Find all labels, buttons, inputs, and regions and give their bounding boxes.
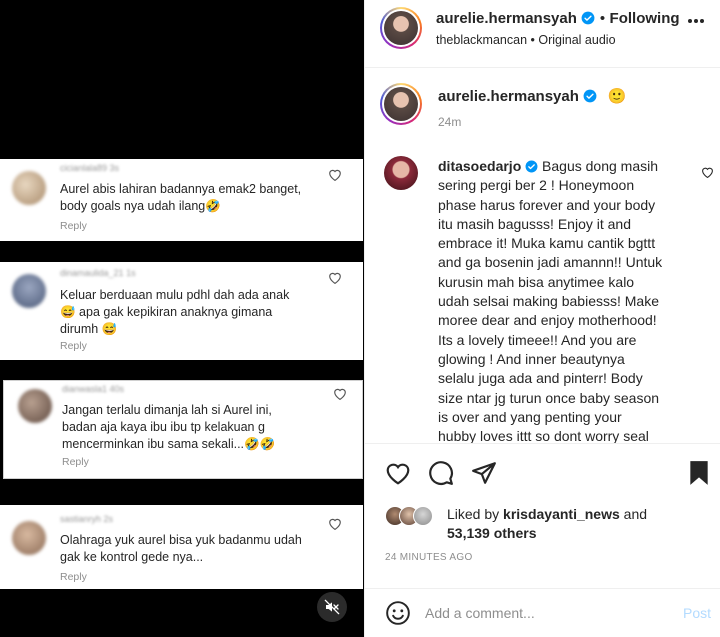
caption-time: 24m bbox=[438, 115, 462, 129]
comment-input[interactable] bbox=[425, 601, 655, 625]
audio-label[interactable]: Original audio bbox=[538, 33, 615, 47]
post-panel: aurelie.hermansyah • Following theblackm… bbox=[364, 0, 720, 637]
overlay-comment-text: Olahraga yuk aurel bisa yuk badanmu udah… bbox=[60, 533, 302, 564]
overlay-comment-text: Aurel abis lahiran badannya emak2 banget… bbox=[60, 182, 302, 213]
commenter-avatar bbox=[12, 521, 46, 555]
post-actions: Liked by krisdayanti_news and 53,139 oth… bbox=[365, 443, 720, 549]
commenter-username: cicianlala89 3s bbox=[60, 163, 120, 173]
overlay-comment-card: sastianryh 2s Olahraga yuk aurel bisa yu… bbox=[0, 505, 363, 589]
reply-link[interactable]: Reply bbox=[62, 456, 89, 468]
commenter-avatar bbox=[12, 274, 46, 308]
share-icon[interactable] bbox=[471, 460, 497, 486]
caption-avatar[interactable] bbox=[380, 83, 422, 125]
add-comment-bar: Post bbox=[365, 588, 720, 637]
overlay-comment-card: dianwasla1 40s Jangan terlalu dimanja la… bbox=[3, 380, 363, 479]
post-header: aurelie.hermansyah • Following theblackm… bbox=[365, 0, 720, 68]
overlay-comment-card: cicianlala89 3s Aurel abis lahiran badan… bbox=[0, 159, 363, 241]
bookmark-icon[interactable] bbox=[688, 460, 710, 486]
verified-badge-icon bbox=[525, 160, 538, 173]
commenter-avatar[interactable] bbox=[384, 156, 418, 190]
author-username[interactable]: aurelie.hermansyah bbox=[436, 10, 577, 27]
audio-username[interactable]: theblackmancan bbox=[436, 33, 527, 47]
reply-link[interactable]: Reply bbox=[60, 220, 87, 232]
heart-icon[interactable] bbox=[328, 271, 342, 284]
following-button[interactable]: Following bbox=[610, 10, 680, 27]
speaker-muted-icon bbox=[324, 599, 340, 615]
header-line: aurelie.hermansyah • Following bbox=[436, 10, 680, 28]
video-player[interactable]: cicianlala89 3s Aurel abis lahiran badan… bbox=[0, 0, 364, 637]
verified-badge-icon bbox=[581, 11, 595, 25]
more-horizontal-icon[interactable] bbox=[687, 18, 705, 24]
overlay-comment-card: dinamaulida_21 1s Keluar berduaan mulu p… bbox=[0, 262, 363, 360]
overlay-comment-text: Jangan terlalu dimanja lah si Aurel ini,… bbox=[62, 403, 276, 451]
commenter-username: sastianryh 2s bbox=[60, 514, 114, 524]
author-avatar[interactable] bbox=[380, 7, 422, 49]
caption-line: aurelie.hermansyah 🙂 bbox=[438, 87, 627, 106]
comments-scroll-area[interactable]: aurelie.hermansyah 🙂 24m ditasoedarjo Ba… bbox=[365, 69, 720, 443]
heart-icon[interactable] bbox=[333, 387, 347, 400]
commenter-username[interactable]: ditasoedarjo bbox=[438, 158, 521, 174]
comment-like-icon[interactable] bbox=[701, 166, 714, 178]
heart-icon[interactable] bbox=[385, 461, 411, 485]
caption-text: 🙂 bbox=[607, 88, 627, 105]
likes-count[interactable]: 53,139 others bbox=[447, 525, 537, 541]
separator-dot: • bbox=[530, 33, 535, 47]
commenter-avatar bbox=[18, 389, 52, 423]
app-root: cicianlala89 3s Aurel abis lahiran badan… bbox=[0, 0, 720, 637]
heart-icon[interactable] bbox=[328, 168, 342, 181]
heart-icon[interactable] bbox=[328, 517, 342, 530]
comment-text: ditasoedarjo Bagus dong masih sering per… bbox=[438, 158, 663, 443]
post-time[interactable]: 24 MINUTES AGO bbox=[385, 552, 473, 563]
audio-line: theblackmancan • Original audio bbox=[436, 33, 616, 47]
mute-toggle-button[interactable] bbox=[317, 592, 347, 622]
separator-dot: • bbox=[599, 10, 606, 27]
liker-username[interactable]: krisdayanti_news bbox=[503, 506, 620, 522]
commenter-username: dinamaulida_21 1s bbox=[60, 268, 136, 278]
verified-badge-icon bbox=[583, 89, 597, 103]
post-button[interactable]: Post bbox=[683, 605, 711, 621]
likes-summary: Liked by krisdayanti_news and 53,139 oth… bbox=[447, 506, 648, 541]
overlay-comment-text: Keluar berduaan mulu pdhl dah ada anak 😅… bbox=[60, 288, 290, 336]
reply-link[interactable]: Reply bbox=[60, 340, 87, 352]
reply-link[interactable]: Reply bbox=[60, 571, 87, 583]
comment-icon[interactable] bbox=[428, 460, 454, 486]
liker-avatars[interactable] bbox=[385, 504, 445, 528]
caption-username[interactable]: aurelie.hermansyah bbox=[438, 88, 579, 105]
commenter-avatar bbox=[12, 171, 46, 205]
commenter-username: dianwasla1 40s bbox=[62, 384, 125, 394]
emoji-icon[interactable] bbox=[385, 600, 411, 626]
